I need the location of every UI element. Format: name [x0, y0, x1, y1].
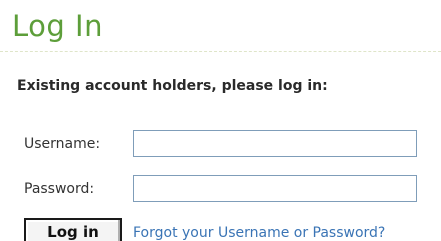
- page-title: Log In: [12, 9, 103, 43]
- username-label: Username:: [24, 136, 101, 152]
- forgot-credentials-link[interactable]: Forgot your Username or Password?: [133, 224, 385, 241]
- login-heading: Existing account holders, please log in:: [17, 78, 328, 94]
- login-button[interactable]: Log in: [24, 218, 122, 241]
- password-input[interactable]: [133, 175, 417, 202]
- password-label: Password:: [24, 181, 95, 197]
- title-divider: [0, 51, 441, 52]
- login-page: Log In Existing account holders, please …: [0, 0, 441, 241]
- username-input[interactable]: [133, 130, 417, 157]
